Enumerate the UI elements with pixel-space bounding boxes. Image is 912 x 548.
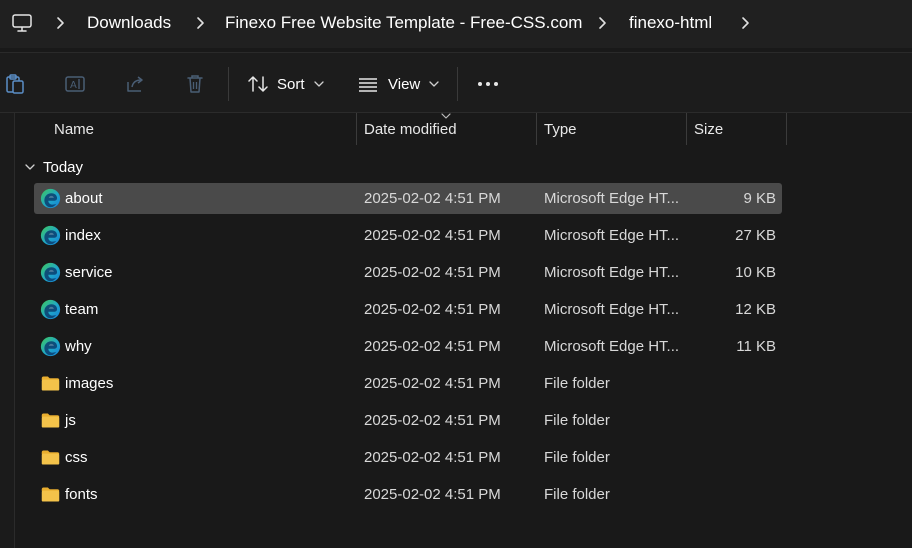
file-name[interactable]: team bbox=[65, 300, 98, 320]
file-row[interactable]: service 2025-02-02 4:51 PM Microsoft Edg… bbox=[34, 256, 782, 293]
file-row[interactable]: js 2025-02-02 4:51 PM File folder bbox=[34, 404, 782, 441]
file-type: File folder bbox=[544, 375, 610, 392]
column-divider[interactable] bbox=[786, 113, 787, 145]
rename-icon[interactable]: A bbox=[64, 73, 86, 95]
column-divider[interactable] bbox=[536, 113, 537, 145]
this-pc-icon[interactable] bbox=[11, 13, 33, 33]
file-size: 12 KB bbox=[735, 301, 776, 318]
chevron-down-icon bbox=[429, 81, 439, 87]
command-bar: A Sort View bbox=[0, 53, 912, 113]
file-size: 27 KB bbox=[735, 227, 776, 244]
toolbar-separator bbox=[228, 67, 229, 101]
file-name[interactable]: js bbox=[65, 411, 76, 431]
column-header-name[interactable]: Name bbox=[54, 119, 94, 143]
file-explorer-window: Downloads Finexo Free Website Template -… bbox=[0, 0, 912, 548]
paste-icon[interactable] bbox=[4, 73, 26, 95]
edge-icon bbox=[40, 225, 61, 246]
file-name[interactable]: images bbox=[65, 374, 113, 394]
folder-icon bbox=[40, 447, 61, 468]
file-type: File folder bbox=[544, 449, 610, 466]
chevron-right-icon[interactable] bbox=[195, 15, 205, 31]
file-date: 2025-02-02 4:51 PM bbox=[364, 412, 501, 429]
folder-icon bbox=[40, 373, 61, 394]
file-date: 2025-02-02 4:51 PM bbox=[364, 264, 501, 281]
file-name[interactable]: fonts bbox=[65, 485, 98, 505]
file-date: 2025-02-02 4:51 PM bbox=[364, 486, 501, 503]
file-name[interactable]: about bbox=[65, 189, 103, 209]
column-header-date[interactable]: Date modified bbox=[364, 119, 457, 143]
file-date: 2025-02-02 4:51 PM bbox=[364, 301, 501, 318]
group-header-today[interactable]: Today bbox=[24, 156, 83, 178]
view-label: View bbox=[388, 75, 421, 93]
pane-divider bbox=[14, 113, 15, 548]
file-type: Microsoft Edge HT... bbox=[544, 227, 680, 244]
file-size: 11 KB bbox=[736, 338, 776, 355]
file-name[interactable]: service bbox=[65, 263, 113, 283]
breadcrumb-finexo-template[interactable]: Finexo Free Website Template - Free-CSS.… bbox=[225, 12, 582, 34]
file-row[interactable]: fonts 2025-02-02 4:51 PM File folder bbox=[34, 478, 782, 515]
column-header-size[interactable]: Size bbox=[694, 119, 723, 143]
sort-icon bbox=[248, 76, 268, 92]
file-row[interactable]: about 2025-02-02 4:51 PM Microsoft Edge … bbox=[34, 182, 782, 219]
chevron-right-icon[interactable] bbox=[55, 15, 65, 31]
file-date: 2025-02-02 4:51 PM bbox=[364, 227, 501, 244]
navigation-pane-edge bbox=[0, 113, 14, 548]
file-row[interactable]: css 2025-02-02 4:51 PM File folder bbox=[34, 441, 782, 478]
folder-icon bbox=[40, 410, 61, 431]
file-row[interactable]: why 2025-02-02 4:51 PM Microsoft Edge HT… bbox=[34, 330, 782, 367]
file-type: Microsoft Edge HT... bbox=[544, 301, 680, 318]
file-size: 9 KB bbox=[743, 190, 776, 207]
edge-icon bbox=[40, 262, 61, 283]
file-list: about 2025-02-02 4:51 PM Microsoft Edge … bbox=[34, 182, 782, 515]
column-header-type[interactable]: Type bbox=[544, 119, 577, 143]
toolbar-divider bbox=[0, 112, 912, 113]
file-date: 2025-02-02 4:51 PM bbox=[364, 338, 501, 355]
view-button[interactable]: View bbox=[357, 71, 440, 97]
group-label: Today bbox=[43, 158, 84, 176]
chevron-right-icon[interactable] bbox=[597, 15, 607, 31]
share-icon[interactable] bbox=[124, 73, 146, 95]
edge-icon bbox=[40, 299, 61, 320]
delete-icon[interactable] bbox=[184, 73, 206, 95]
file-date: 2025-02-02 4:51 PM bbox=[364, 190, 501, 207]
breadcrumb-finexo-html[interactable]: finexo-html bbox=[629, 12, 712, 34]
file-date: 2025-02-02 4:51 PM bbox=[364, 375, 501, 392]
folder-icon bbox=[40, 484, 61, 505]
file-type: File folder bbox=[544, 486, 610, 503]
file-type: File folder bbox=[544, 412, 610, 429]
file-type: Microsoft Edge HT... bbox=[544, 190, 680, 207]
more-options-icon[interactable] bbox=[476, 75, 500, 93]
file-size: 10 KB bbox=[735, 264, 776, 281]
column-divider[interactable] bbox=[356, 113, 357, 145]
file-row[interactable]: index 2025-02-02 4:51 PM Microsoft Edge … bbox=[34, 219, 782, 256]
toolbar-separator bbox=[457, 67, 458, 101]
file-type: Microsoft Edge HT... bbox=[544, 264, 680, 281]
sort-button[interactable]: Sort bbox=[247, 71, 325, 97]
address-bar[interactable]: Downloads Finexo Free Website Template -… bbox=[0, 0, 912, 48]
column-divider[interactable] bbox=[686, 113, 687, 145]
file-date: 2025-02-02 4:51 PM bbox=[364, 449, 501, 466]
edge-icon bbox=[40, 188, 61, 209]
file-row[interactable]: images 2025-02-02 4:51 PM File folder bbox=[34, 367, 782, 404]
file-name[interactable]: css bbox=[65, 448, 88, 468]
chevron-down-icon bbox=[25, 164, 35, 170]
breadcrumb-downloads[interactable]: Downloads bbox=[87, 12, 171, 34]
file-name[interactable]: index bbox=[65, 226, 101, 246]
chevron-right-icon[interactable] bbox=[740, 15, 750, 31]
view-icon bbox=[359, 78, 377, 92]
chevron-down-icon bbox=[313, 81, 324, 87]
file-row[interactable]: team 2025-02-02 4:51 PM Microsoft Edge H… bbox=[34, 293, 782, 330]
file-name[interactable]: why bbox=[65, 337, 92, 357]
file-type: Microsoft Edge HT... bbox=[544, 338, 680, 355]
edge-icon bbox=[40, 336, 61, 357]
svg-text:A: A bbox=[70, 80, 77, 91]
sort-label: Sort bbox=[277, 75, 305, 93]
